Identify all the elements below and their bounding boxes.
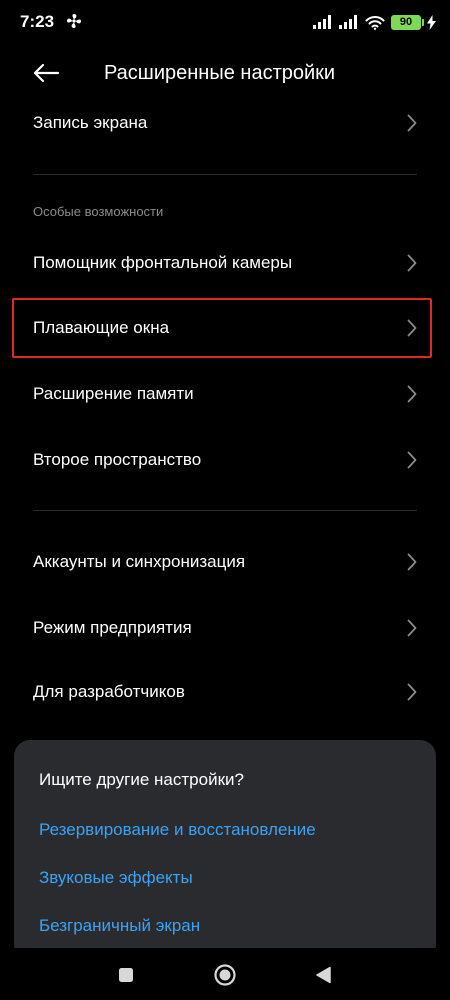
row-label: Помощник фронтальной камеры bbox=[33, 253, 293, 272]
row-developer-options[interactable]: Для разработчиков bbox=[0, 665, 450, 719]
chevron-right-icon bbox=[407, 385, 417, 403]
suggestion-card: Ищите другие настройки? Резервирование и… bbox=[14, 740, 436, 960]
divider bbox=[33, 510, 417, 511]
chevron-right-icon bbox=[407, 619, 417, 637]
status-bar: 7:23 90 bbox=[0, 0, 450, 44]
signal-icon-2 bbox=[339, 15, 357, 29]
arrow-left-icon bbox=[33, 63, 60, 83]
link-backup-restore[interactable]: Резервирование и восстановление bbox=[39, 820, 316, 840]
nav-bar bbox=[0, 948, 450, 1000]
fan-icon bbox=[67, 14, 81, 28]
chevron-right-icon bbox=[407, 114, 417, 132]
row-label: Режим предприятия bbox=[33, 618, 192, 637]
circle-icon bbox=[214, 964, 236, 986]
row-label: Для разработчиков bbox=[33, 682, 185, 701]
status-icons: 90 bbox=[313, 12, 436, 32]
link-sound-effects[interactable]: Звуковые эффекты bbox=[39, 868, 193, 888]
chevron-right-icon bbox=[407, 451, 417, 469]
signal-icon bbox=[313, 15, 331, 29]
battery-level: 90 bbox=[399, 16, 413, 28]
page-title: Расширенные настройки bbox=[104, 62, 336, 84]
row-accounts-sync[interactable]: Аккаунты и синхронизация bbox=[0, 535, 450, 589]
row-label: Второе пространство bbox=[33, 450, 202, 469]
row-enterprise-mode[interactable]: Режим предприятия bbox=[0, 601, 450, 655]
row-floating-windows[interactable]: Плавающие окна bbox=[0, 301, 450, 355]
nav-recents-button[interactable] bbox=[113, 962, 139, 988]
row-label: Расширение памяти bbox=[33, 384, 194, 403]
row-label: Плавающие окна bbox=[33, 318, 170, 337]
suggestion-card-title: Ищите другие настройки? bbox=[39, 770, 244, 789]
nav-back-button[interactable] bbox=[310, 962, 336, 988]
section-header-accessibility: Особые возможности bbox=[33, 204, 164, 219]
square-icon bbox=[119, 968, 133, 982]
chevron-right-icon bbox=[407, 683, 417, 701]
app-header: Расширенные настройки bbox=[0, 48, 450, 98]
chevron-right-icon bbox=[407, 553, 417, 571]
row-label: Запись экрана bbox=[33, 113, 148, 132]
triangle-icon bbox=[316, 966, 331, 984]
status-time: 7:23 bbox=[20, 12, 55, 31]
row-second-space[interactable]: Второе пространство bbox=[0, 433, 450, 487]
row-screen-recording[interactable]: Запись экрана bbox=[0, 96, 450, 150]
chevron-right-icon bbox=[407, 254, 417, 272]
row-label: Аккаунты и синхронизация bbox=[33, 552, 246, 571]
battery-icon: 90 bbox=[391, 14, 424, 30]
back-button[interactable] bbox=[28, 58, 64, 88]
charging-bolt-icon bbox=[427, 14, 436, 30]
nav-home-button[interactable] bbox=[212, 962, 238, 988]
row-memory-extension[interactable]: Расширение памяти bbox=[0, 367, 450, 421]
chevron-right-icon bbox=[407, 319, 417, 337]
divider bbox=[33, 174, 417, 175]
wifi-icon bbox=[365, 15, 385, 30]
row-front-camera-assistant[interactable]: Помощник фронтальной камеры bbox=[0, 236, 450, 290]
link-borderless-screen[interactable]: Безграничный экран bbox=[39, 916, 200, 936]
